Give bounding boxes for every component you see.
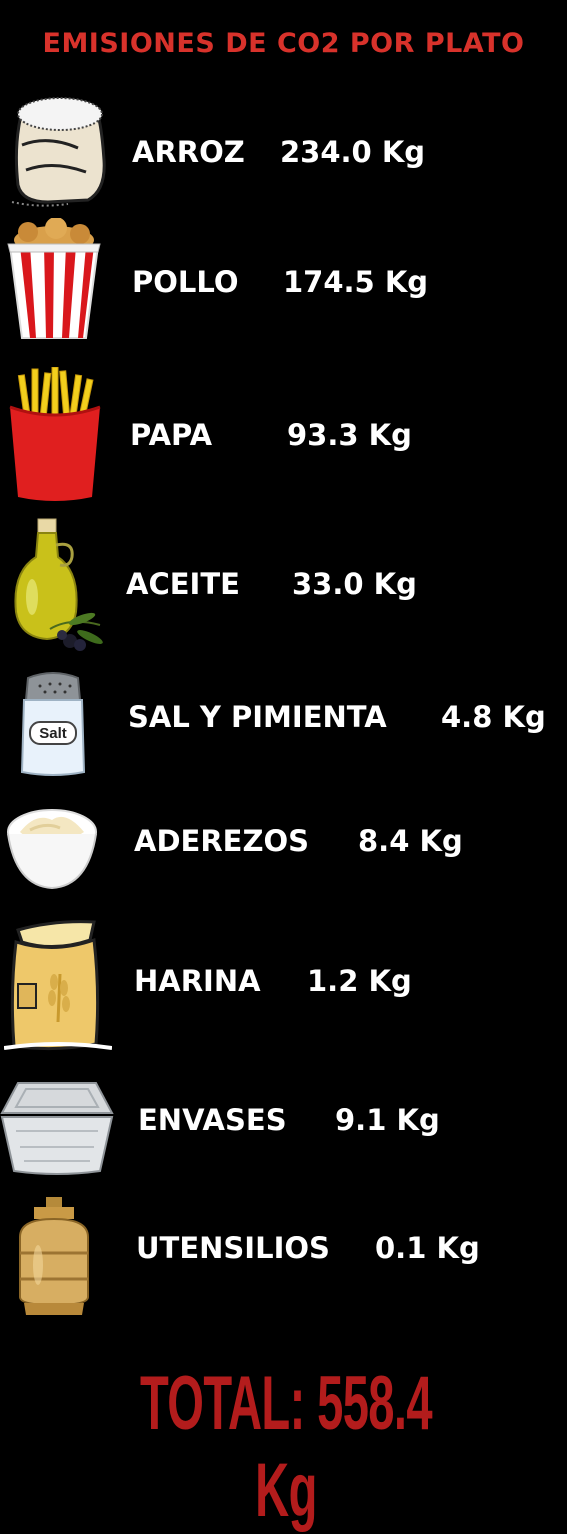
item-papa: PAPA 93.3 Kg	[0, 365, 567, 505]
page-title: EMISIONES DE CO2 POR PLATO	[42, 28, 525, 59]
item-label: UTENSILIOS	[136, 1231, 330, 1265]
rice-sack-icon	[11, 97, 106, 207]
plastic-container-icon	[0, 1082, 114, 1175]
flour-sack-icon	[4, 920, 112, 1051]
item-label: ADEREZOS	[134, 824, 310, 858]
item-value: 1.2 Kg	[307, 964, 412, 998]
item-value: 8.4 Kg	[358, 824, 463, 858]
item-pollo: POLLO 174.5 Kg	[0, 218, 567, 348]
item-arroz: ARROZ 234.0 Kg	[0, 88, 567, 213]
mayonnaise-bowl-icon	[7, 809, 97, 890]
item-value: 174.5 Kg	[283, 265, 429, 299]
item-value: 4.8 Kg	[441, 700, 546, 734]
olive-oil-bottle-icon	[14, 518, 103, 651]
item-aderezos: ADEREZOS 8.4 Kg	[0, 800, 567, 895]
item-label: ARROZ	[132, 135, 245, 169]
french-fries-icon	[9, 367, 101, 501]
item-label: POLLO	[132, 265, 239, 299]
item-sal-y-pimienta: Salt SAL Y PIMIENTA 4.8 Kg	[0, 670, 567, 780]
item-utensilios: UTENSILIOS 0.1 Kg	[0, 1195, 567, 1320]
salt-shaker-icon: Salt	[20, 672, 86, 776]
item-value: 0.1 Kg	[375, 1231, 480, 1265]
item-label: SAL Y PIMIENTA	[128, 700, 387, 734]
item-label: ENVASES	[138, 1103, 287, 1137]
gas-cylinder-icon	[19, 1197, 89, 1315]
salt-label-text: Salt	[39, 725, 67, 742]
item-value: 33.0 Kg	[292, 567, 417, 601]
item-value: 93.3 Kg	[287, 418, 412, 452]
item-label: HARINA	[134, 964, 261, 998]
fried-chicken-bucket-icon	[7, 218, 101, 339]
item-value: 9.1 Kg	[335, 1103, 440, 1137]
item-harina: HARINA 1.2 Kg	[0, 910, 567, 1055]
item-label: PAPA	[130, 418, 213, 452]
item-aceite: ACEITE 33.0 Kg	[0, 515, 567, 655]
item-envases: ENVASES 9.1 Kg	[0, 1075, 567, 1180]
total-label: TOTAL: 558.4 Kg	[139, 1361, 433, 1533]
item-value: 234.0 Kg	[280, 135, 426, 169]
item-label: ACEITE	[126, 567, 240, 601]
